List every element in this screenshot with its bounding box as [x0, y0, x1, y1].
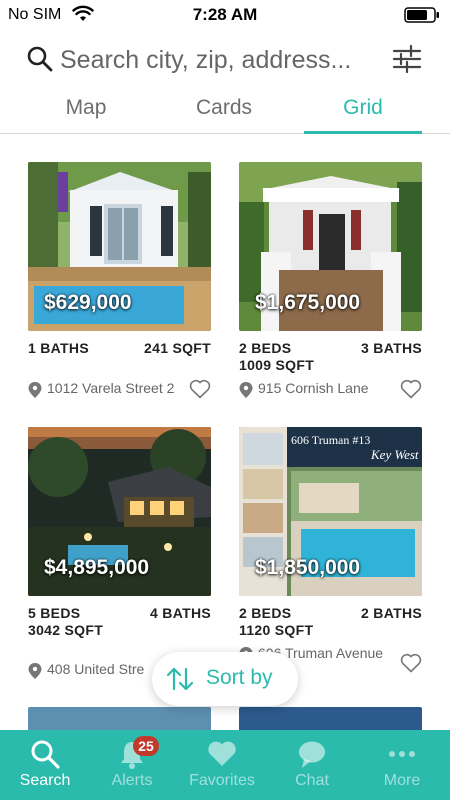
listing-beds: 2 BEDS [239, 340, 292, 356]
tab-grid[interactable]: Grid [303, 96, 423, 132]
nav-chat[interactable]: Chat [267, 730, 357, 800]
listing-baths: 4 BATHS [150, 605, 211, 621]
listing-beds: 5 BEDS [28, 605, 81, 621]
battery-icon [404, 7, 439, 23]
listing-address-row: 1012 Varela Street 2 [28, 379, 211, 401]
listing-address: 1012 Varela Street 2 [47, 380, 175, 396]
search-icon [31, 740, 60, 769]
favorite-heart-icon[interactable] [400, 379, 422, 399]
nav-search-label: Search [19, 772, 71, 789]
listings-grid[interactable]: $629,000 1 BATHS 241 SQFT 1012 Varela St… [0, 135, 450, 730]
listing-price: $629,000 [44, 291, 132, 314]
nav-search[interactable]: Search [0, 730, 90, 800]
sort-by-label: Sort by [206, 666, 273, 689]
listing-photo[interactable]: $1,675,000 [239, 162, 422, 331]
favorite-heart-icon[interactable] [189, 379, 211, 399]
bottom-navigation: Search 25 Alerts Favorites Chat More [0, 730, 450, 800]
sort-by-button[interactable]: Sort by [152, 652, 298, 706]
listing-card[interactable] [239, 707, 422, 730]
heart-icon [208, 741, 236, 766]
listing-baths: 3 BATHS [361, 340, 422, 356]
listing-photo[interactable] [239, 707, 422, 730]
listing-photo[interactable] [28, 707, 211, 730]
listing-sqft: 241 SQFT [144, 340, 211, 356]
location-pin-icon [28, 382, 42, 398]
nav-favorites-label: Favorites [189, 772, 255, 789]
view-tabs: Map Cards Grid [0, 90, 450, 134]
photo-caption-address: 606 Truman #13 [291, 433, 370, 447]
chat-bubble-icon [299, 741, 325, 768]
photo-caption-overlay: 606 Truman #13 Key West [291, 433, 419, 462]
listing-address: 915 Cornish Lane [258, 380, 369, 396]
listing-price: $1,850,000 [255, 556, 361, 579]
filter-sliders-icon[interactable] [392, 44, 422, 74]
favorite-heart-icon[interactable] [400, 653, 422, 673]
listing-sqft: 1009 SQFT [239, 357, 315, 373]
search-icon[interactable] [26, 45, 54, 73]
listing-beds: 2 BEDS [239, 605, 292, 621]
nav-alerts[interactable]: 25 Alerts [87, 730, 177, 800]
tab-map[interactable]: Map [26, 96, 146, 132]
status-bar: No SIM 7:28 AM [0, 0, 450, 30]
nav-favorites[interactable]: Favorites [177, 730, 267, 800]
nav-more[interactable]: More [357, 730, 447, 800]
listing-photo[interactable]: 606 Truman #13 Key West $1,850,000 [239, 427, 422, 596]
search-input[interactable] [60, 42, 380, 78]
nav-chat-label: Chat [295, 772, 329, 789]
listing-baths: 1 BATHS [28, 340, 89, 356]
listing-sqft: 3042 SQFT [28, 622, 104, 638]
photo-caption-city: Key West [370, 447, 419, 462]
search-bar [0, 38, 450, 84]
sort-arrows-icon [166, 667, 194, 691]
nav-more-label: More [383, 772, 421, 789]
listing-photo[interactable]: $629,000 [28, 162, 211, 331]
nav-alerts-label: Alerts [111, 772, 153, 789]
listing-price: $1,675,000 [255, 291, 361, 314]
alerts-badge: 25 [133, 736, 159, 756]
location-pin-icon [28, 663, 42, 679]
listing-sqft: 1120 SQFT [239, 622, 314, 638]
more-dots-icon [389, 751, 415, 757]
location-pin-icon [239, 382, 253, 398]
listing-address-row: 915 Cornish Lane [239, 379, 422, 401]
listing-photo[interactable]: $4,895,000 [28, 427, 211, 596]
listing-baths: 2 BATHS [361, 605, 422, 621]
active-tab-indicator [304, 131, 422, 134]
tab-cards[interactable]: Cards [164, 96, 284, 132]
status-time: 7:28 AM [192, 5, 258, 24]
listing-price: $4,895,000 [44, 556, 150, 579]
listing-card[interactable] [28, 707, 211, 730]
